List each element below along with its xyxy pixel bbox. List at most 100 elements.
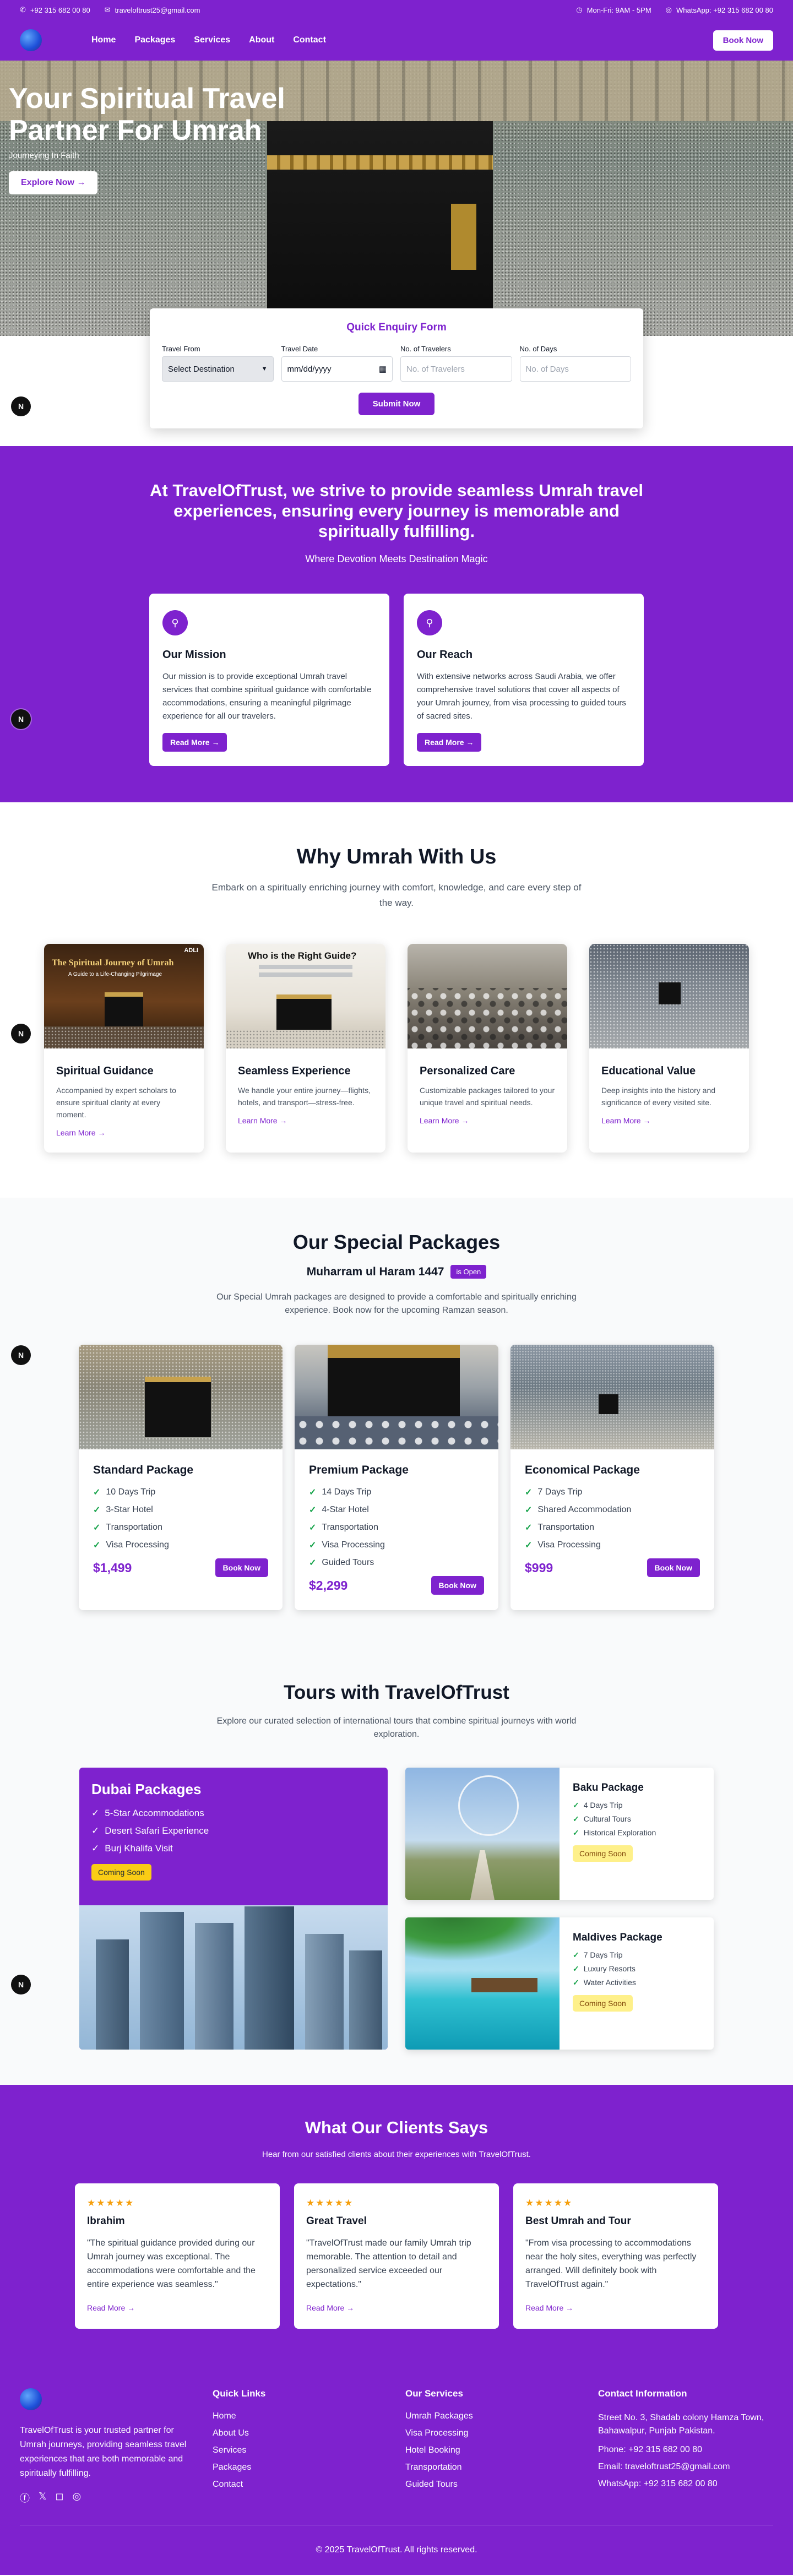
- footer-service-link[interactable]: Guided Tours: [405, 2480, 598, 2490]
- footer-link-about[interactable]: About Us: [213, 2428, 405, 2438]
- book-now-button[interactable]: Book Now: [215, 1558, 268, 1577]
- nav-item-services[interactable]: Services: [194, 35, 230, 45]
- card-text: Our mission is to provide exceptional Um…: [162, 672, 372, 721]
- card-title: Personalized Care: [420, 1065, 515, 1077]
- why-card: ADLI The Spiritual Journey of Umrah A Gu…: [44, 944, 204, 1153]
- dubai-skyline-image: [79, 1905, 388, 2050]
- feature-item: ✓ Guided Tours: [309, 1558, 374, 1568]
- instagram-icon[interactable]: ◻: [56, 2491, 64, 2505]
- feature-item: ✓ 4-Star Hotel: [309, 1505, 369, 1515]
- footer-email[interactable]: Email: traveloftrust25@gmail.com: [598, 2462, 773, 2472]
- days-label: No. of Days: [519, 345, 557, 353]
- footer-link-contact[interactable]: Contact: [213, 2480, 405, 2490]
- brand-logo[interactable]: [20, 29, 42, 51]
- coming-soon-badge: Coming Soon: [573, 1995, 633, 2012]
- card-title: Our Reach: [417, 649, 473, 661]
- topbar-whatsapp[interactable]: ◎ WhatsApp: +92 315 682 00 80: [666, 6, 773, 14]
- check-icon: ✓: [573, 1801, 579, 1809]
- mission-section: N At TravelOfTrust, we strive to provide…: [0, 446, 793, 802]
- floating-n-badge[interactable]: N: [11, 1345, 31, 1365]
- package-title: Standard Package: [93, 1464, 194, 1476]
- twitter-icon[interactable]: 𝕏: [39, 2491, 47, 2505]
- check-icon: ✓: [309, 1488, 317, 1497]
- footer-heading: Contact Information: [598, 2388, 687, 2399]
- read-more-button[interactable]: Read More →: [162, 733, 227, 752]
- check-icon: ✓: [309, 1506, 317, 1515]
- status-badge: is Open: [450, 1265, 487, 1279]
- read-more-button[interactable]: Read More →: [417, 733, 482, 752]
- read-more-link[interactable]: Read More →: [87, 2303, 135, 2312]
- learn-more-link[interactable]: Learn More →: [238, 1116, 287, 1125]
- check-icon: ✓: [573, 1978, 579, 1987]
- mission-card: ⚲ Our Mission Our mission is to provide …: [149, 594, 389, 766]
- testimonial-text: "TravelOfTrust made our family Umrah tri…: [306, 2238, 471, 2289]
- nav-item-home[interactable]: Home: [91, 35, 116, 45]
- nav-item-about[interactable]: About: [249, 35, 274, 45]
- footer-service-link[interactable]: Hotel Booking: [405, 2445, 598, 2455]
- mail-icon: ✉: [104, 6, 111, 14]
- floating-n-badge[interactable]: N: [11, 1975, 31, 1995]
- submit-now-button[interactable]: Submit Now: [358, 393, 435, 415]
- feature-item: ✓ Desert Safari Experience: [91, 1825, 209, 1836]
- economical-package-image: [510, 1345, 714, 1449]
- package-price: $999: [525, 1560, 553, 1575]
- footer-heading: Our Services: [405, 2388, 463, 2399]
- facebook-icon[interactable]: ⓕ: [20, 2491, 30, 2505]
- tours-section: N Tours with TravelOfTrust Explore our c…: [0, 1649, 793, 2085]
- floating-n-badge[interactable]: N: [11, 396, 31, 416]
- footer-service-link[interactable]: Transportation: [405, 2463, 598, 2472]
- travelers-input[interactable]: No. of Travelers: [400, 356, 512, 382]
- arrow-right-icon: →: [279, 1116, 287, 1125]
- book-now-button[interactable]: Book Now: [431, 1576, 484, 1595]
- nav-book-now-button[interactable]: Book Now: [713, 30, 773, 51]
- explore-now-button[interactable]: Explore Now →: [9, 171, 98, 194]
- footer-logo[interactable]: [20, 2388, 42, 2410]
- read-more-link[interactable]: Read More →: [525, 2303, 573, 2312]
- footer-phone[interactable]: Phone: +92 315 682 00 80: [598, 2445, 773, 2455]
- footer-service-link[interactable]: Visa Processing: [405, 2428, 598, 2438]
- mission-tagline: Where Devotion Meets Destination Magic: [305, 553, 488, 564]
- book-now-button[interactable]: Book Now: [647, 1558, 700, 1577]
- testimonials-lead: Hear from our satisfied clients about th…: [262, 2150, 531, 2159]
- days-input[interactable]: No. of Days: [519, 356, 631, 382]
- card-text: We handle your entire journey—flights, h…: [238, 1086, 371, 1107]
- nav-item-packages[interactable]: Packages: [134, 35, 175, 45]
- check-icon: ✓: [309, 1541, 317, 1550]
- learn-more-link[interactable]: Learn More →: [56, 1128, 105, 1137]
- arrow-right-icon: →: [346, 2303, 355, 2312]
- learn-more-link[interactable]: Learn More →: [601, 1116, 650, 1125]
- check-icon: ✓: [93, 1541, 101, 1550]
- feature-item: ✓ Visa Processing: [93, 1540, 169, 1550]
- travel-from-select[interactable]: Select Destination ▼: [162, 356, 274, 382]
- footer-link-packages[interactable]: Packages: [213, 2463, 405, 2472]
- whatsapp-icon[interactable]: ◎: [72, 2491, 81, 2505]
- learn-more-link[interactable]: Learn More →: [420, 1116, 469, 1125]
- package-card: Premium Package ✓ 14 Days Trip ✓ 4-Star Ho…: [295, 1345, 498, 1610]
- feature-item: ✓ Luxury Resorts: [573, 1964, 636, 1973]
- footer-link-services[interactable]: Services: [213, 2445, 405, 2455]
- check-icon: ✓: [91, 1825, 100, 1836]
- topbar-email[interactable]: ✉ traveloftrust25@gmail.com: [105, 6, 200, 14]
- enquiry-title: Quick Enquiry Form: [346, 322, 447, 333]
- travel-date-input[interactable]: mm/dd/yyyy ▦: [281, 356, 393, 382]
- arrow-right-icon: →: [461, 1116, 469, 1125]
- hero-title: Your Spiritual Travel Partner For Umrah: [9, 83, 285, 146]
- topbar-phone[interactable]: ✆ +92 315 682 00 80: [20, 6, 90, 14]
- footer-service-link[interactable]: Umrah Packages: [405, 2411, 598, 2421]
- testimonial-name: Great Travel: [306, 2215, 367, 2227]
- read-more-link[interactable]: Read More →: [306, 2303, 354, 2312]
- card-text: Accompanied by expert scholars to ensure…: [56, 1086, 176, 1119]
- footer-link-home[interactable]: Home: [213, 2411, 405, 2421]
- check-icon: ✓: [525, 1541, 533, 1550]
- feature-item: ✓ 4 Days Trip: [573, 1801, 623, 1809]
- nav-item-contact[interactable]: Contact: [293, 35, 326, 45]
- footer-services: Our Services Umrah Packages Visa Process…: [405, 2388, 598, 2505]
- footer-whatsapp[interactable]: WhatsApp: +92 315 682 00 80: [598, 2479, 773, 2489]
- floating-n-badge[interactable]: N: [11, 1024, 31, 1044]
- footer-contact: Contact Information Street No. 3, Shadab…: [598, 2388, 773, 2505]
- floating-n-badge[interactable]: N: [11, 709, 31, 729]
- footer-quick-links: Quick Links Home About Us Services Packa…: [213, 2388, 405, 2505]
- package-card: Standard Package ✓ 10 Days Trip ✓ 3-Star H…: [79, 1345, 283, 1610]
- feature-item: ✓ 10 Days Trip: [93, 1487, 156, 1497]
- testimonial-card: ★★★★★ Great Travel "TravelOfTrust made o…: [294, 2183, 499, 2329]
